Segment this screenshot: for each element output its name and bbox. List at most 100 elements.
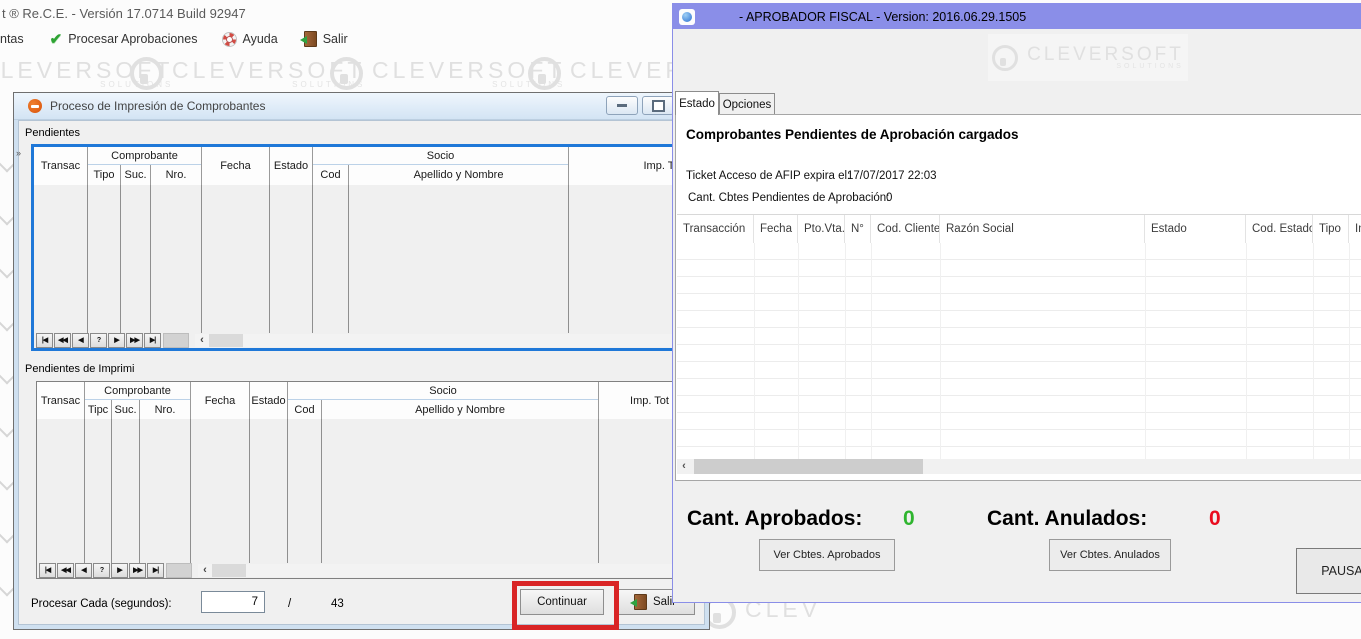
nav-next-button[interactable]: ▶ (108, 333, 125, 348)
pendientes-grid-header: Transac Comprobante Tipo Suc. Nro. Fecha… (34, 147, 696, 185)
col-estado[interactable]: Estado (1145, 215, 1246, 243)
scrollbar-thumb[interactable] (694, 459, 923, 474)
check-icon: ✔ (50, 30, 63, 48)
table-horizontal-scrollbar[interactable]: ‹ (677, 459, 1361, 474)
aprobacion-table-header: Transacción Fecha Pto.Vta. N° Cod. Clien… (677, 214, 1361, 244)
exit-door-icon (634, 594, 647, 610)
scrollbar-thumb[interactable] (209, 334, 243, 347)
nav-spacer (163, 333, 189, 348)
col-fecha: Fecha (191, 382, 250, 419)
nav-refresh-button[interactable]: ? (90, 333, 107, 348)
cant-aprobados-label: Cant. Aprobados: (687, 507, 862, 531)
window-aprobador-fiscal: - APROBADOR FISCAL - Version: 2016.06.29… (672, 3, 1361, 603)
horizontal-scrollbar[interactable]: ‹ (198, 564, 700, 577)
col-imp[interactable]: Imp (1349, 215, 1361, 243)
cant-anulados-label: Cant. Anulados: (987, 507, 1147, 531)
brand-circle-icon (330, 57, 363, 90)
procesar-cada-label: Procesar Cada (segundos): (31, 598, 172, 610)
col-cod-cliente[interactable]: Cod. Cliente (871, 215, 940, 243)
col-estado: Estado (250, 382, 288, 419)
menu-item-ayuda[interactable]: Ayuda (223, 32, 277, 46)
expander-chevrons[interactable]: » (16, 148, 21, 158)
col-numero[interactable]: N° (845, 215, 871, 243)
nav-last-button[interactable]: ▶| (147, 563, 164, 578)
col-tipo: Tipo (88, 165, 121, 185)
brand-circle-icon (130, 57, 163, 90)
imprimir-grid-header: Transac Comprobante Tipc Suc. Nro. Fecha… (37, 382, 700, 419)
col-tipo[interactable]: Tipo (1313, 215, 1349, 243)
nav-prior-page-button[interactable]: ◀◀ (54, 333, 71, 348)
pendientes-imprimir-label: Pendientes de Imprimi (25, 363, 134, 375)
nav-first-button[interactable]: |◀ (39, 563, 56, 578)
ver-cbtes-anulados-button[interactable]: Ver Cbtes. Anulados (1049, 539, 1171, 571)
tab-estado[interactable]: Estado (675, 91, 719, 115)
left-window-titlebar[interactable]: Proceso de Impresión de Comprobantes (14, 93, 709, 120)
maximize-button[interactable] (642, 96, 674, 115)
left-window-title: Proceso de Impresión de Comprobantes (50, 99, 265, 113)
countdown-value: 43 (331, 598, 344, 610)
nav-prior-button[interactable]: ◀ (75, 563, 92, 578)
horizontal-scrollbar[interactable]: ‹ (195, 334, 696, 347)
pendientes-label: Pendientes (25, 127, 80, 139)
col-cod: Cod (288, 400, 322, 419)
right-window-title: - APROBADOR FISCAL - Version: 2016.06.29… (739, 10, 1026, 24)
pendientes-grid-navigator: |◀ ◀◀ ◀ ? ▶ ▶▶ ▶| ‹ (34, 333, 696, 348)
nav-next-page-button[interactable]: ▶▶ (126, 333, 143, 348)
nav-prior-button[interactable]: ◀ (72, 333, 89, 348)
ticket-label: Ticket Acceso de AFIP expira el: (686, 170, 850, 182)
col-cod-estado[interactable]: Cod. Estado (1246, 215, 1313, 243)
nav-next-button[interactable]: ▶ (111, 563, 128, 578)
col-cod: Cod (313, 165, 349, 185)
colgroup-socio: Socio Cod Apellido y Nombre (313, 147, 569, 185)
right-window-titlebar[interactable]: - APROBADOR FISCAL - Version: 2016.06.29… (673, 4, 1361, 29)
col-suc: Suc. (112, 400, 140, 419)
col-pto-vta[interactable]: Pto.Vta. (798, 215, 845, 243)
pausa-button[interactable]: PAUSA (1296, 548, 1361, 594)
colgroup-comprobante: Comprobante Tipc Suc. Nro. (85, 382, 191, 419)
menu-item-procesar-aprobaciones[interactable]: ✔ Procesar Aprobaciones (50, 30, 198, 48)
scrollbar-thumb[interactable] (212, 564, 246, 577)
slash-separator: / (288, 598, 291, 610)
nav-refresh-button[interactable]: ? (93, 563, 110, 578)
colgroup-comprobante: Comprobante Tipo Suc. Nro. (88, 147, 202, 185)
col-razon-social[interactable]: Razón Social (940, 215, 1145, 243)
highlight-box (512, 581, 619, 630)
col-transaccion[interactable]: Transacción (677, 215, 754, 243)
col-fecha[interactable]: Fecha (754, 215, 798, 243)
col-fecha: Fecha (202, 147, 270, 185)
cant-aprobados-value: 0 (903, 507, 915, 531)
menu-procesar-label: Procesar Aprobaciones (68, 32, 197, 46)
left-window-content: » Pendientes Transac Comprobante Tipo Su… (18, 120, 705, 625)
aprobacion-table-body (677, 243, 1361, 459)
interval-input[interactable] (201, 591, 265, 613)
menu-salir-label: Salir (323, 32, 348, 46)
cleversoft-window-icon (28, 99, 42, 113)
col-nro: Nro. (140, 400, 190, 419)
pendientes-imprimir-grid[interactable]: Transac Comprobante Tipc Suc. Nro. Fecha… (36, 381, 701, 579)
exit-door-icon (304, 31, 317, 47)
ver-cbtes-aprobados-button[interactable]: Ver Cbtes. Aprobados (759, 539, 895, 571)
cleversoft-logo-panel: CLEVERSOFTSOLUTIONS (988, 34, 1188, 81)
pending-count-value: 0 (886, 192, 892, 204)
menu-item-salir[interactable]: Salir (304, 31, 348, 47)
nav-last-button[interactable]: ▶| (144, 333, 161, 348)
minimize-button[interactable] (606, 96, 638, 115)
brand-circle-icon (992, 45, 1018, 71)
pendientes-grid[interactable]: Transac Comprobante Tipo Suc. Nro. Fecha… (31, 144, 699, 351)
nav-spacer (166, 563, 192, 578)
col-transac: Transac (37, 382, 85, 419)
menu-item-partial[interactable]: ntas (0, 32, 24, 46)
nav-prior-page-button[interactable]: ◀◀ (57, 563, 74, 578)
tab-opciones[interactable]: Opciones (719, 93, 775, 115)
col-apellido: Apellido y Nombre (322, 400, 598, 419)
menu-partial-label: ntas (0, 32, 24, 46)
colgroup-socio: Socio Cod Apellido y Nombre (288, 382, 599, 419)
brand-circle-icon (528, 57, 561, 90)
col-tipo: Tipc (85, 400, 112, 419)
nav-next-page-button[interactable]: ▶▶ (129, 563, 146, 578)
scroll-left-icon[interactable]: ‹ (677, 460, 691, 473)
col-suc: Suc. (121, 165, 151, 185)
scroll-left-icon[interactable]: ‹ (198, 564, 212, 577)
nav-first-button[interactable]: |◀ (36, 333, 53, 348)
scroll-left-icon[interactable]: ‹ (195, 334, 209, 347)
